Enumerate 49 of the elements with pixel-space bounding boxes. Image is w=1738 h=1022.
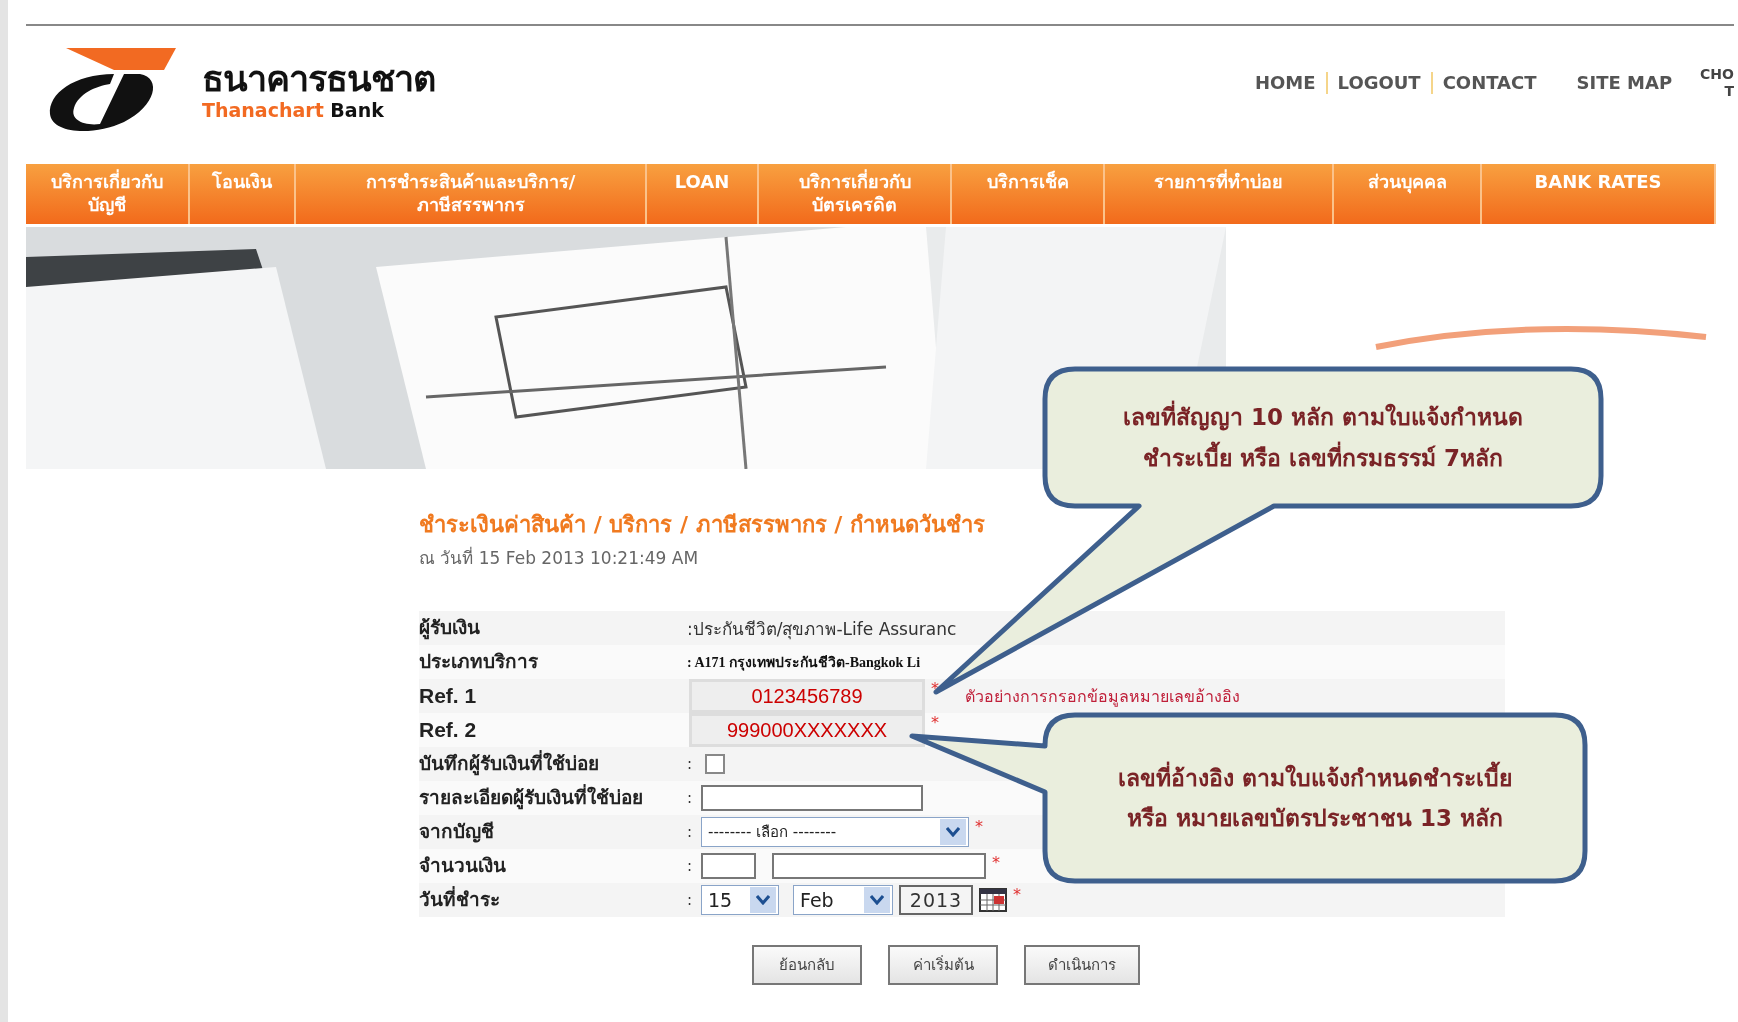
required-mark: * xyxy=(1013,885,1021,904)
required-mark: * xyxy=(931,679,939,698)
month-dropdown[interactable]: Feb xyxy=(793,885,893,915)
callout-text: เลขที่สัญญา 10 หลัก ตามใบแจ้งกำหนด ชำระเบี้ย หรือ เลขที่กรมธรรม์ 7หลัก xyxy=(1123,397,1523,478)
reference-field[interactable]: 0123456789 xyxy=(689,679,925,713)
top-link[interactable]: LOGOUT xyxy=(1337,72,1421,94)
chevron-down-icon xyxy=(756,895,770,905)
hint-text: ตัวอย่างการกรอกข้อมูลหมายเลขอ้างอิง xyxy=(965,685,1240,709)
year-field[interactable]: 2013 xyxy=(899,885,973,915)
colon: : xyxy=(687,755,694,773)
colon: : xyxy=(687,857,694,875)
day-dropdown[interactable]: 15 xyxy=(701,885,779,915)
account-dropdown[interactable]: -------- เลือก -------- xyxy=(701,817,969,847)
colon: : xyxy=(687,823,694,841)
field-label: Ref. 2 xyxy=(419,717,478,743)
field-label: ผู้รับเงิน xyxy=(419,617,481,639)
input-field[interactable] xyxy=(772,853,986,879)
colon: : xyxy=(687,891,694,909)
chevron-down-icon xyxy=(870,895,884,905)
bank-name: ธนาคารธนชาต xyxy=(202,59,435,99)
page-title: ชำระเงินค่าสินค้า / บริการ / ภาษีสรรพากร / กำหนดวันชำร xyxy=(419,511,987,539)
required-mark: * xyxy=(931,713,939,732)
field-value: :ประกันชีวิต/สุขภาพ-Life Assuranc xyxy=(687,617,957,642)
timestamp: ณ วันที่ 15 Feb 2013 10:21:49 AM xyxy=(419,545,700,570)
callout-text: เลขที่อ้างอิง ตามใบแจ้งกำหนดชำระเบี้ย หรือ หมายเลขบัตรประชาชน 13 หลัก xyxy=(1118,757,1512,839)
calendar-icon[interactable] xyxy=(979,888,1007,912)
field-label: จากบัญชี xyxy=(419,821,495,843)
form-button[interactable]: ค่าเริ่มต้น xyxy=(888,945,998,985)
reference-field[interactable]: 999000XXXXXXX xyxy=(689,713,925,747)
bank-name-suffix: Bank xyxy=(330,98,384,121)
language-link[interactable]: T xyxy=(1724,82,1734,100)
input-field[interactable] xyxy=(701,853,756,879)
site-map-link[interactable]: SITE MAP xyxy=(1576,72,1673,94)
chevron-down-icon xyxy=(946,827,960,837)
form-button[interactable]: ดำเนินการ xyxy=(1024,945,1140,985)
checkbox[interactable] xyxy=(705,754,725,774)
field-label: Ref. 1 xyxy=(419,683,478,709)
required-mark: * xyxy=(992,853,1000,872)
top-link[interactable]: HOME xyxy=(1254,72,1316,94)
input-field[interactable] xyxy=(701,785,923,811)
field-label: ประเภทบริการ xyxy=(419,651,539,673)
required-mark: * xyxy=(975,817,983,836)
field-value: : A171 กรุงเทพประกันชีวิต-Bangkok Li xyxy=(687,654,921,673)
colon: : xyxy=(687,789,694,807)
top-link[interactable]: CONTACT xyxy=(1442,72,1537,94)
language-link[interactable]: CHO xyxy=(1700,66,1734,83)
form-button[interactable]: ย้อนกลับ xyxy=(752,945,862,985)
bank-name-english: Thanachart xyxy=(202,98,324,121)
field-label: จำนวนเงิน xyxy=(419,855,507,877)
